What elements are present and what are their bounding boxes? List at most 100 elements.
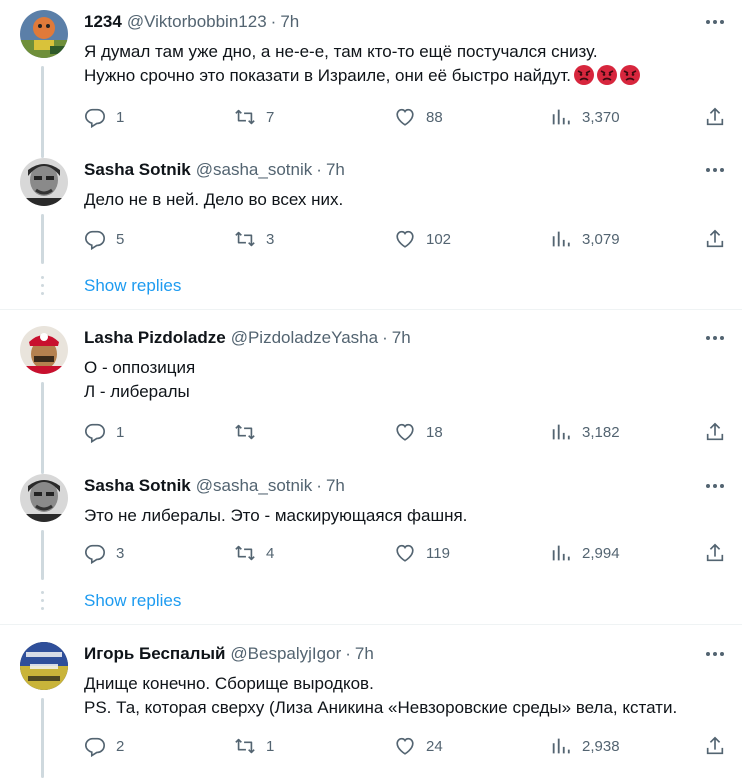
views-icon bbox=[552, 231, 570, 247]
tweet-text-line: PS. Та, которая сверху (Лиза Аникина «Не… bbox=[84, 698, 678, 717]
like-button[interactable]: 102 bbox=[394, 227, 451, 251]
retweet-count: 1 bbox=[266, 737, 275, 755]
avatar[interactable] bbox=[20, 10, 68, 58]
thread-line bbox=[41, 698, 44, 778]
views-button[interactable]: 2,994 bbox=[550, 541, 620, 565]
share-button[interactable] bbox=[704, 541, 726, 565]
views-icon bbox=[552, 545, 570, 561]
timestamp[interactable]: 7h bbox=[280, 12, 299, 32]
tweet-actions: 2 1 24 2,938 bbox=[84, 734, 728, 758]
separator: · bbox=[345, 644, 351, 663]
reply-button[interactable]: 1 bbox=[84, 105, 124, 129]
share-button[interactable] bbox=[704, 105, 726, 129]
reply-icon bbox=[85, 108, 105, 128]
like-icon bbox=[396, 737, 414, 755]
like-count: 119 bbox=[426, 544, 450, 562]
views-button[interactable]: 3,079 bbox=[550, 227, 620, 251]
reply-button[interactable]: 3 bbox=[84, 541, 124, 565]
like-count: 18 bbox=[426, 423, 443, 441]
more-options-button[interactable] bbox=[704, 12, 726, 32]
display-name[interactable]: 1234 bbox=[84, 12, 122, 32]
like-button[interactable]: 24 bbox=[394, 734, 443, 758]
share-button[interactable] bbox=[704, 734, 726, 758]
retweet-button[interactable]: 4 bbox=[234, 541, 274, 565]
avatar[interactable] bbox=[20, 326, 68, 374]
user-handle[interactable]: @sasha_sotnik bbox=[196, 476, 313, 496]
like-button[interactable]: 88 bbox=[394, 105, 443, 129]
avatar[interactable] bbox=[20, 158, 68, 206]
reply-button[interactable]: 2 bbox=[84, 734, 124, 758]
share-button[interactable] bbox=[704, 420, 726, 444]
display-name[interactable]: Sasha Sotnik bbox=[84, 476, 191, 496]
more-options-button[interactable] bbox=[704, 476, 726, 496]
show-replies-link[interactable]: Show replies bbox=[84, 591, 181, 611]
avatar[interactable] bbox=[20, 642, 68, 690]
view-count: 2,938 bbox=[582, 737, 620, 755]
like-count: 88 bbox=[426, 108, 443, 126]
more-options-button[interactable] bbox=[704, 328, 726, 348]
like-button[interactable]: 119 bbox=[394, 541, 450, 565]
display-name[interactable]: Игорь Беспалый bbox=[84, 644, 225, 664]
views-button[interactable]: 2,938 bbox=[550, 734, 620, 758]
retweet-button[interactable]: 7 bbox=[234, 105, 274, 129]
view-count: 2,994 bbox=[582, 544, 620, 562]
retweet-icon bbox=[235, 545, 255, 561]
thread-dots bbox=[40, 591, 45, 610]
more-options-button[interactable] bbox=[704, 160, 726, 180]
user-handle[interactable]: @sasha_sotnik bbox=[196, 160, 313, 180]
like-icon bbox=[396, 230, 414, 248]
thread-dots bbox=[40, 276, 45, 295]
retweet-icon bbox=[235, 109, 255, 125]
avatar[interactable] bbox=[20, 474, 68, 522]
share-icon bbox=[706, 422, 724, 441]
retweet-button[interactable] bbox=[234, 420, 266, 444]
like-button[interactable]: 18 bbox=[394, 420, 443, 444]
reply-button[interactable]: 1 bbox=[84, 420, 124, 444]
share-icon bbox=[706, 736, 724, 755]
tweet-text-line: О - оппозиция bbox=[84, 358, 196, 377]
tweet-text-line: Нужно срочно это показати в Израиле, они… bbox=[84, 66, 571, 85]
reply-count: 1 bbox=[116, 423, 125, 441]
views-button[interactable]: 3,370 bbox=[550, 105, 620, 129]
like-icon bbox=[396, 423, 414, 441]
timestamp[interactable]: 7h bbox=[326, 160, 345, 180]
retweet-button[interactable]: 1 bbox=[234, 734, 274, 758]
divider bbox=[0, 624, 742, 625]
user-handle[interactable]: @PizdoladzeYasha bbox=[231, 328, 378, 348]
tweet-text: Дело не в ней. Дело во всех них. bbox=[84, 188, 343, 212]
like-count: 102 bbox=[426, 230, 452, 248]
retweet-count: 4 bbox=[266, 544, 275, 562]
user-handle[interactable]: @Viktorbobbin123 bbox=[127, 12, 267, 32]
user-handle[interactable]: @BespalyjIgor bbox=[230, 644, 341, 664]
thread-line bbox=[41, 382, 44, 474]
timestamp[interactable]: 7h bbox=[326, 476, 345, 496]
reply-count: 2 bbox=[116, 737, 125, 755]
tweet-text: Это не либералы. Это - маскирующаяся фаш… bbox=[84, 504, 467, 528]
retweet-button[interactable]: 3 bbox=[234, 227, 274, 251]
tweet-header: Sasha Sotnik @sasha_sotnik · 7h bbox=[84, 474, 345, 498]
tweet-actions: 5 3 102 3,079 bbox=[84, 227, 728, 251]
reply-button[interactable]: 5 bbox=[84, 227, 124, 251]
tweet-text: О - оппозиция Л - либералы bbox=[84, 356, 195, 404]
tweet-text-line: Это не либералы. Это - маскирующаяся фаш… bbox=[84, 506, 468, 525]
show-replies-link[interactable]: Show replies bbox=[84, 276, 181, 296]
timestamp[interactable]: 7h bbox=[355, 644, 374, 664]
display-name[interactable]: Sasha Sotnik bbox=[84, 160, 191, 180]
display-name[interactable]: Lasha Pizdoladze bbox=[84, 328, 226, 348]
views-icon bbox=[552, 738, 570, 754]
like-icon bbox=[396, 108, 414, 126]
tweet-text: Я думал там уже дно, а не-е-е, там кто-т… bbox=[84, 40, 640, 88]
reply-count: 5 bbox=[116, 230, 125, 248]
views-button[interactable]: 3,182 bbox=[550, 420, 620, 444]
more-options-button[interactable] bbox=[704, 644, 726, 664]
thread-line bbox=[41, 530, 44, 580]
tweet-actions: 3 4 119 2,994 bbox=[84, 541, 728, 565]
tweet-header: Lasha Pizdoladze @PizdoladzeYasha · 7h bbox=[84, 326, 411, 350]
tweet-header: 1234 @Viktorbobbin123 · 7h bbox=[84, 10, 299, 34]
retweet-count: 7 bbox=[266, 108, 275, 126]
reply-icon bbox=[85, 230, 105, 250]
share-button[interactable] bbox=[704, 227, 726, 251]
separator: · bbox=[316, 160, 322, 179]
like-icon bbox=[396, 544, 414, 562]
timestamp[interactable]: 7h bbox=[392, 328, 411, 348]
